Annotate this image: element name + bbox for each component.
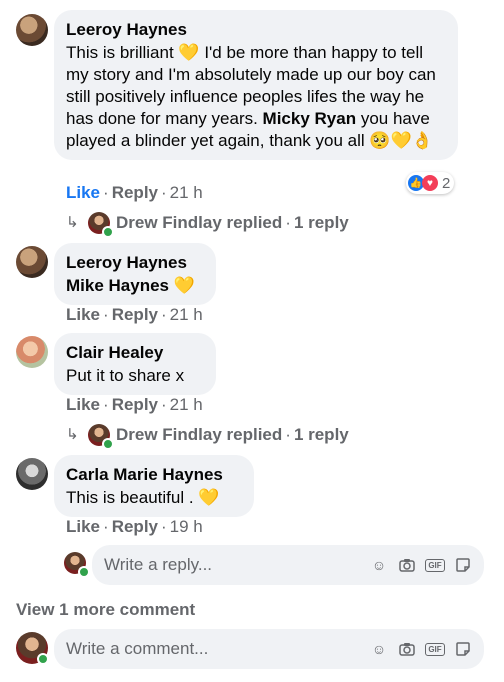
online-indicator: [102, 438, 114, 450]
replied-by-text: Drew Findlay replied: [116, 425, 283, 444]
avatar-clair-healey[interactable]: [16, 336, 48, 368]
comment-text: Put it to share x: [66, 366, 185, 385]
smile-icon[interactable]: ☺: [370, 640, 388, 658]
comment-author[interactable]: Clair Healey: [66, 341, 204, 365]
reply-count: 1 reply: [293, 425, 349, 444]
comment-bubble: Carla Marie Haynes This is beautiful . 💛: [54, 455, 254, 517]
sticker-icon[interactable]: [454, 640, 472, 658]
online-indicator: [37, 653, 49, 665]
reaction-count: 2: [442, 174, 451, 192]
timestamp[interactable]: 21 h: [170, 183, 203, 202]
gif-icon[interactable]: GIF: [425, 640, 445, 658]
comment-input[interactable]: Write a comment... ☺ GIF: [54, 629, 484, 669]
smile-icon[interactable]: ☺: [370, 556, 388, 574]
reply-input[interactable]: Write a reply... ☺ GIF: [92, 545, 484, 585]
input-icons: ☺ GIF: [370, 640, 472, 658]
online-indicator: [78, 566, 90, 578]
timestamp[interactable]: 21 h: [170, 305, 203, 324]
comment-author[interactable]: Carla Marie Haynes: [66, 463, 242, 487]
reply-button[interactable]: Reply: [112, 395, 158, 414]
replied-by-text: Drew Findlay replied: [116, 213, 283, 232]
like-button[interactable]: Like: [66, 517, 100, 536]
yellow-heart-icon: 💛: [178, 43, 200, 62]
reply-placeholder: Write a reply...: [104, 555, 213, 574]
replied-summary[interactable]: Drew Findlay replied · 1 reply: [116, 213, 349, 233]
avatar-leeroy-haynes[interactable]: [16, 246, 48, 278]
reply-count: 1 reply: [293, 213, 349, 232]
mention-link[interactable]: Mike Haynes: [66, 276, 174, 295]
camera-icon[interactable]: [398, 640, 416, 658]
comment-bubble: Clair Healey Put it to share x: [54, 333, 216, 395]
comment-placeholder: Write a comment...: [66, 639, 209, 658]
reaction-summary[interactable]: 👍 ♥ 2: [406, 172, 455, 194]
comment-text: This is beautiful . 💛: [66, 487, 242, 509]
reply-arrow-icon: ↳: [66, 214, 79, 231]
comment-actions: Like · Reply · 21 h: [66, 305, 203, 324]
like-button[interactable]: Like: [66, 183, 100, 202]
reply-button[interactable]: Reply: [112, 517, 158, 536]
comment-text: This is brilliant 💛 I'd be more than hap…: [66, 42, 446, 152]
yellow-heart-icon: 💛: [198, 488, 220, 507]
comment-text-part: This is brilliant: [66, 43, 179, 62]
camera-icon[interactable]: [398, 556, 416, 574]
comment-bubble: Leeroy Haynes This is brilliant 💛 I'd be…: [54, 10, 458, 160]
like-button[interactable]: Like: [66, 305, 100, 324]
gif-icon[interactable]: GIF: [425, 556, 445, 574]
comment-actions: Like · Reply · 19 h: [66, 517, 203, 536]
avatar-carla-marie-haynes[interactable]: [16, 458, 48, 490]
sticker-icon[interactable]: [454, 556, 472, 574]
online-indicator: [102, 226, 114, 238]
comment-author[interactable]: Leeroy Haynes: [66, 18, 446, 42]
view-more-comments-link[interactable]: View 1 more comment: [16, 600, 195, 620]
timestamp[interactable]: 19 h: [170, 517, 203, 536]
reply-arrow-icon: ↳: [66, 426, 79, 443]
replied-summary[interactable]: Drew Findlay replied · 1 reply: [116, 425, 349, 445]
input-icons: ☺ GIF: [370, 556, 472, 574]
view-replies-link[interactable]: ↳: [66, 424, 79, 444]
comment-text: Mike Haynes 💛: [66, 275, 204, 297]
mention-link[interactable]: Micky Ryan: [263, 109, 357, 128]
comment-bubble: Leeroy Haynes Mike Haynes 💛: [54, 243, 216, 305]
comment-author[interactable]: Leeroy Haynes: [66, 251, 204, 275]
comment-actions: Like · Reply · 21 h: [66, 183, 203, 202]
comment-actions: Like · Reply · 21 h: [66, 395, 203, 414]
reply-button[interactable]: Reply: [112, 305, 158, 324]
emoji-group: 🥺💛👌: [369, 131, 433, 150]
love-reaction-icon: ♥: [422, 175, 438, 191]
view-replies-link[interactable]: ↳: [66, 212, 79, 232]
comment-text-part: This is beautiful .: [66, 488, 199, 507]
timestamp[interactable]: 21 h: [170, 395, 203, 414]
reply-button[interactable]: Reply: [112, 183, 158, 202]
yellow-heart-icon: 💛: [173, 276, 195, 295]
like-button[interactable]: Like: [66, 395, 100, 414]
avatar-leeroy-haynes[interactable]: [16, 14, 48, 46]
